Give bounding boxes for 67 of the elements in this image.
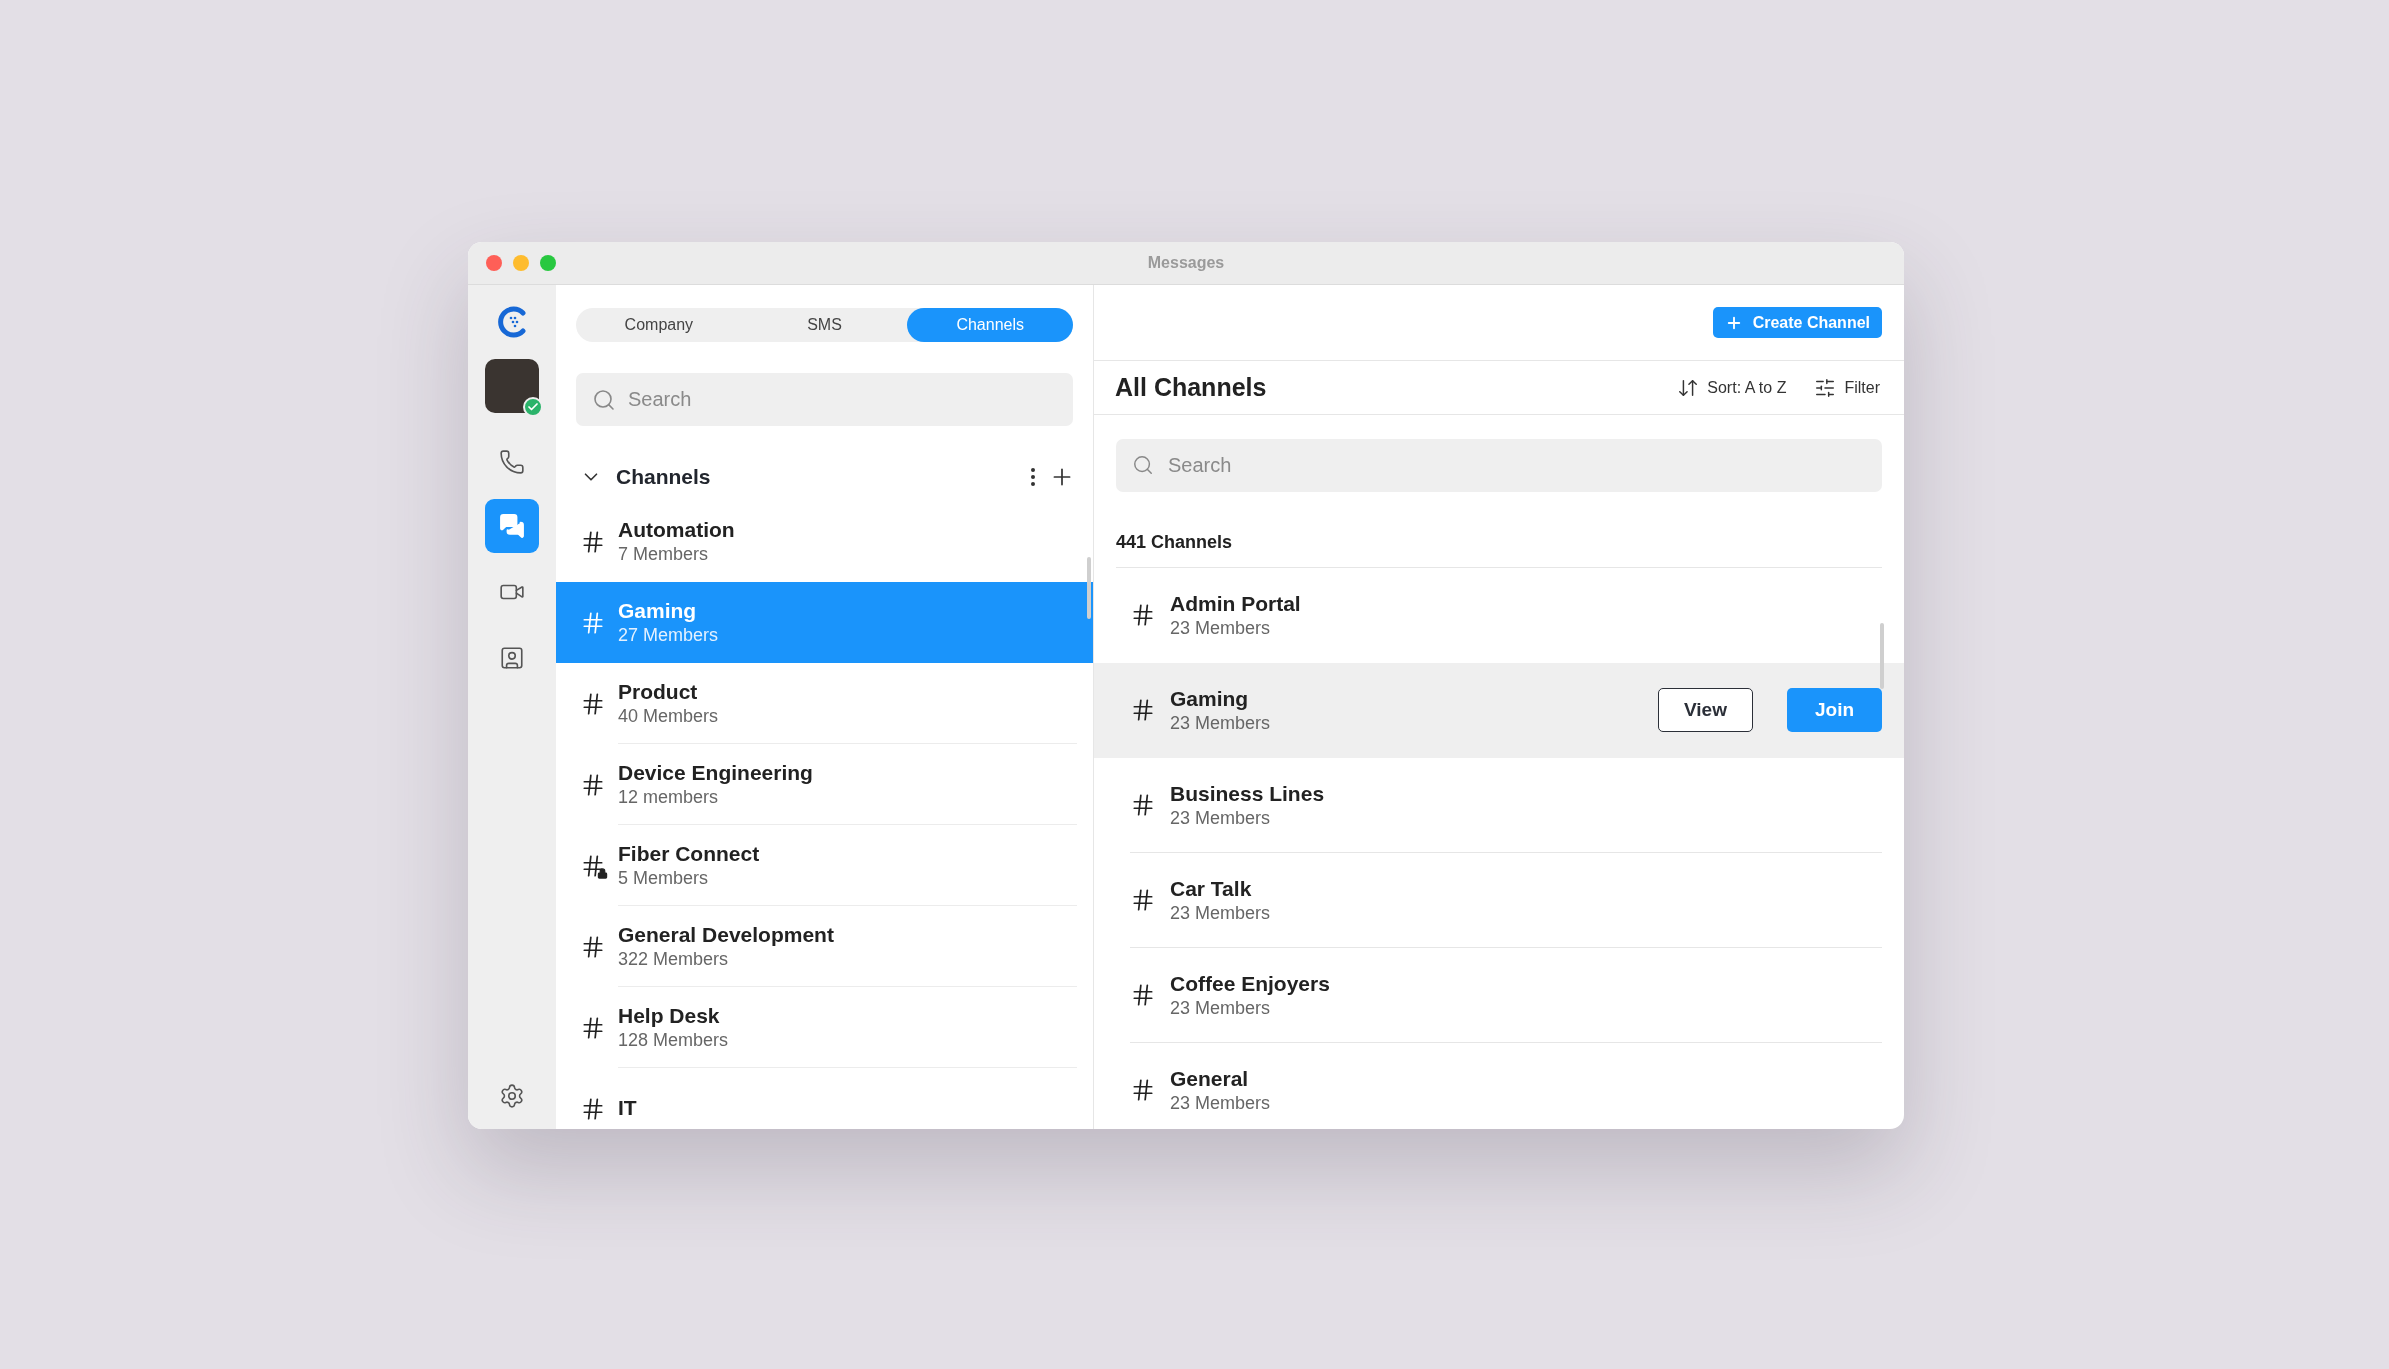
vertical-dots-icon xyxy=(1031,468,1035,486)
channel-name: Product xyxy=(618,679,699,704)
member-count: 23 Members xyxy=(1170,902,1272,924)
member-count: 12 members xyxy=(618,786,720,808)
channel-count: 441 Channels xyxy=(1116,532,1233,552)
channel-name: Device Engineering xyxy=(618,760,814,785)
search-field[interactable]: Search xyxy=(1116,439,1882,492)
channel-directory-row[interactable]: Coffee Enjoyers 23 Members xyxy=(1094,948,1904,1043)
channel-name: Admin Portal xyxy=(1170,591,1302,616)
member-count: 23 Members xyxy=(1170,1092,1272,1114)
scrollbar-thumb[interactable] xyxy=(1087,557,1091,619)
close-window-button[interactable] xyxy=(486,255,502,271)
tab[interactable]: SMS xyxy=(741,308,908,342)
channel-name: Car Talk xyxy=(1170,876,1253,901)
settings-button[interactable] xyxy=(499,1083,525,1109)
channel-list-item[interactable]: Device Engineering 12 members xyxy=(556,744,1093,825)
channel-list-item[interactable]: Help Desk 128 Members xyxy=(556,987,1093,1068)
window-title: Messages xyxy=(1147,254,1225,271)
settings-icon xyxy=(499,1083,525,1109)
channel-name: Fiber Connect xyxy=(618,841,761,866)
member-count: 23 Members xyxy=(1170,997,1272,1019)
tab[interactable]: Company xyxy=(576,308,742,342)
search-icon xyxy=(592,388,616,412)
channel-directory-row[interactable]: Car Talk 23 Members xyxy=(1094,853,1904,948)
channel-name: Gaming xyxy=(618,598,698,623)
channel-name: General Development xyxy=(618,922,835,947)
scrollbar-thumb[interactable] xyxy=(1880,623,1884,689)
phone-icon xyxy=(499,449,525,475)
contact-card-icon xyxy=(499,645,525,671)
messages-nav-button[interactable] xyxy=(485,499,539,553)
sort-button[interactable]: Sort: A to Z xyxy=(1677,376,1787,399)
channel-name: IT xyxy=(618,1096,638,1120)
channel-directory-row[interactable]: Admin Portal 23 Members xyxy=(1094,568,1904,663)
filter-button[interactable]: Filter xyxy=(1814,376,1880,399)
avatar-photo-placeholder[interactable] xyxy=(485,359,539,413)
channel-list-item[interactable]: IT xyxy=(556,1068,1093,1129)
member-count: 23 Members xyxy=(1170,712,1272,734)
channel-name: Automation xyxy=(618,517,736,542)
channel-name: Business Lines xyxy=(1170,781,1326,806)
channel-name: Gaming xyxy=(1170,686,1250,711)
channel-name: General xyxy=(1170,1066,1250,1091)
channel-name: Help Desk xyxy=(618,1003,721,1028)
channel-list-item[interactable]: Product 40 Members xyxy=(556,663,1093,744)
member-count: 23 Members xyxy=(1170,807,1272,829)
chat-bubbles-icon xyxy=(499,513,525,539)
channel-name: Coffee Enjoyers xyxy=(1170,971,1331,996)
member-count: 40 Members xyxy=(618,705,720,727)
member-count: 128 Members xyxy=(618,1029,730,1051)
search-icon xyxy=(1132,454,1154,476)
member-count: 7 Members xyxy=(618,543,710,565)
more-options-button[interactable] xyxy=(1031,468,1035,486)
sliders-icon xyxy=(1814,376,1837,399)
channel-directory-row[interactable]: Gaming 23 Members View Join xyxy=(1094,663,1904,758)
panel-title: All Channels xyxy=(1115,373,1268,402)
app-logo xyxy=(495,305,529,339)
member-count: 27 Members xyxy=(618,624,720,646)
search-field[interactable]: Search xyxy=(576,373,1073,426)
member-count: 5 Members xyxy=(618,867,710,889)
channel-list-item[interactable]: General Development 322 Members xyxy=(556,906,1093,987)
channel-list-item[interactable]: Fiber Connect 5 Members xyxy=(556,825,1093,906)
channel-directory-row[interactable]: General 23 Members xyxy=(1094,1043,1904,1129)
section-title: Channels xyxy=(616,465,712,489)
member-count: 322 Members xyxy=(618,948,730,970)
view-button[interactable]: View xyxy=(1658,688,1753,732)
channel-directory-row[interactable]: Business Lines 23 Members xyxy=(1094,758,1904,853)
member-count: 23 Members xyxy=(1170,617,1272,639)
channel-list-item[interactable]: Automation 7 Members xyxy=(556,501,1093,582)
